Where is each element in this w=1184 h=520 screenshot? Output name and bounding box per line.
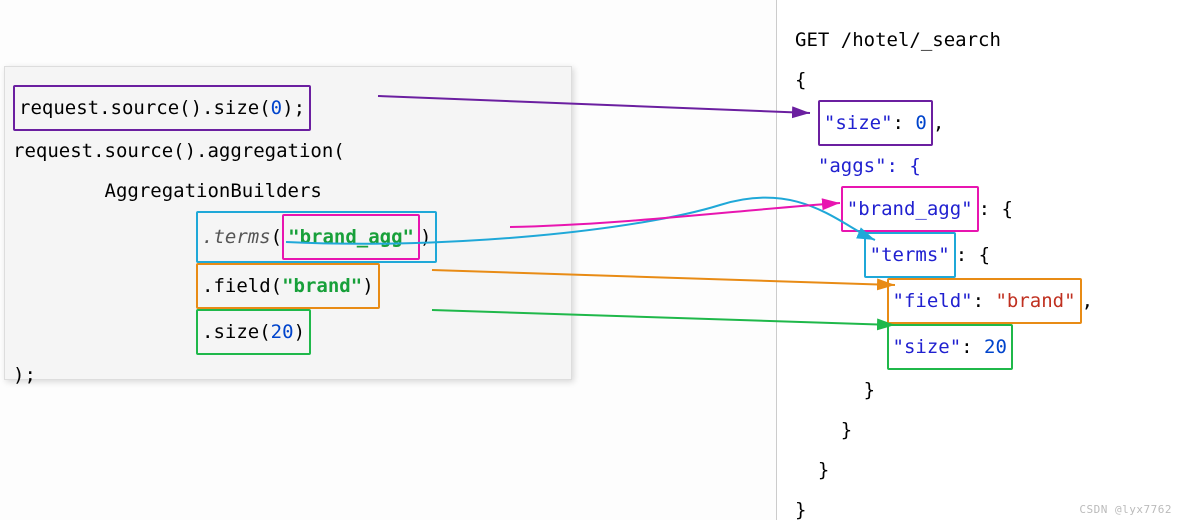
post: , [933,112,944,134]
json-brandagg-box: "brand_agg" [841,186,979,232]
k: "size" [824,112,893,134]
k: "brand_agg" [847,198,973,220]
txt: request.source().size( [19,97,271,119]
k: "field" [893,290,973,312]
t: "aggs": { [795,155,921,177]
size-zero-box: request.source().size(0); [13,85,311,131]
num: 20 [271,321,294,343]
r1: GET /hotel/_search [795,20,1166,60]
post: : { [979,198,1013,220]
sep: : [961,336,984,358]
field-box: .field("brand") [196,263,380,309]
str: "brand_agg" [288,226,414,248]
brand-agg-arg-box: "brand_agg" [282,214,420,260]
json-panel: GET /hotel/_search { "size": 0, "aggs": … [776,0,1184,520]
r2: { [795,60,1166,100]
v: 20 [984,336,1007,358]
json-size20-box: "size": 20 [887,324,1013,370]
terms-box: .terms("brand_agg") [196,211,437,263]
k: "size" [893,336,962,358]
code-line-6: .size(20) [13,309,563,355]
r11: } [795,450,1166,490]
method: .terms [202,226,271,248]
json-terms-box: "terms" [864,232,956,278]
java-code-panel: request.source().size(0); request.source… [4,66,572,380]
code-line-2: request.source().aggregation( [13,131,563,171]
num: 0 [271,97,282,119]
k: "terms" [870,244,950,266]
method: .field( [202,275,282,297]
code-line-1: request.source().size(0); [13,85,563,131]
txt: ); [282,97,305,119]
str: "brand" [282,275,362,297]
r8: "size": 20 [795,324,1166,370]
diagram-root: request.source().size(0); request.source… [0,0,1184,520]
r9: } [795,370,1166,410]
code-line-3: AggregationBuilders [13,171,563,211]
r3: "size": 0, [795,100,1166,146]
v: "brand" [995,290,1075,312]
r4: "aggs": { [795,146,1166,186]
sep: : [893,112,916,134]
code-line-4: .terms("brand_agg") [13,211,563,263]
r7: "field": "brand", [795,278,1166,324]
post: ) [362,275,373,297]
json-field-box: "field": "brand" [887,278,1082,324]
json-size0-box: "size": 0 [818,100,933,146]
r10: } [795,410,1166,450]
post: ) [294,321,305,343]
post: : { [956,244,990,266]
v: 0 [915,112,926,134]
method: .size( [202,321,271,343]
code-line-5: .field("brand") [13,263,563,309]
r6: "terms" : { [795,232,1166,278]
watermark: CSDN @lyx7762 [1079,503,1172,516]
code-line-7: ); [13,355,563,395]
r5: "brand_agg" : { [795,186,1166,232]
size20-box: .size(20) [196,309,311,355]
post: , [1082,290,1093,312]
sep: : [973,290,996,312]
